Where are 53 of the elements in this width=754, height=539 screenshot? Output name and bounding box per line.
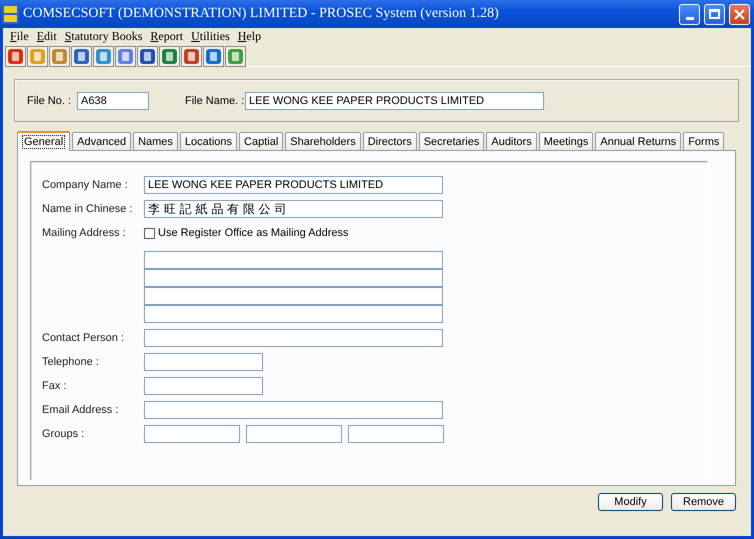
tab[interactable]: Annual Returns <box>595 132 682 150</box>
remove-button[interactable]: Remove <box>671 493 736 511</box>
maximize-button[interactable] <box>704 4 725 24</box>
input-field[interactable]: 李 旺 記 紙 品 有 限 公 司 <box>144 200 443 218</box>
tab[interactable]: Names <box>133 132 178 150</box>
address-line-field[interactable] <box>144 251 443 269</box>
close-icon <box>734 8 745 20</box>
field-label: File No. : <box>27 94 72 106</box>
field-label: Name in Chinese : <box>42 202 134 217</box>
menu-item[interactable]: Utilities <box>188 29 235 44</box>
field-label: Fax : <box>42 379 68 394</box>
file-name-field[interactable]: LEE WONG KEE PAPER PRODUCTS LIMITED <box>245 92 544 110</box>
menu-item[interactable]: Statutory Books <box>62 29 148 44</box>
file-no-field[interactable]: A638 <box>77 92 149 110</box>
tab[interactable]: Directors <box>362 132 417 150</box>
input-field[interactable] <box>144 353 263 371</box>
menu-item[interactable]: Report <box>147 29 188 44</box>
field-label: Groups : <box>42 427 86 442</box>
tab[interactable]: Locations <box>180 132 238 150</box>
address-line-field[interactable] <box>144 305 443 323</box>
field-label: Mailing Address : <box>42 226 127 241</box>
input-field[interactable] <box>144 425 240 443</box>
tab[interactable]: Meetings <box>538 132 594 150</box>
input-field[interactable] <box>144 401 443 419</box>
tab[interactable]: Forms <box>683 132 724 150</box>
tab[interactable]: Secretaries <box>418 132 484 150</box>
menu-item[interactable]: Edit <box>34 29 62 44</box>
address-line-field[interactable] <box>144 287 443 305</box>
checkbox-label: Use Register Office as Mailing Address <box>158 227 349 239</box>
field-label: Telephone : <box>42 355 100 370</box>
tab[interactable]: Captial <box>239 132 284 150</box>
menu-item[interactable]: Help <box>234 29 266 44</box>
input-field[interactable] <box>348 425 444 443</box>
modify-button[interactable]: Modify <box>598 493 663 511</box>
input-field[interactable]: LEE WONG KEE PAPER PRODUCTS LIMITED <box>144 176 443 194</box>
field-label: Company Name : <box>42 178 129 193</box>
address-line-field[interactable] <box>144 269 443 287</box>
menu-item[interactable]: File <box>7 29 34 44</box>
app-logo-icon <box>2 4 19 24</box>
input-field[interactable] <box>144 329 443 347</box>
field-label: File Name. : <box>185 94 245 106</box>
field-label: Contact Person : <box>42 331 125 346</box>
close-button[interactable] <box>729 4 750 24</box>
minimize-button[interactable] <box>679 4 700 24</box>
checkbox[interactable] <box>144 228 155 238</box>
tab[interactable]: General <box>17 131 70 151</box>
tab[interactable]: Auditors <box>486 132 537 150</box>
window-title: COMSECSOFT (DEMONSTRATION) LIMITED - PROSEC System (version 1.28) <box>23 6 500 22</box>
tab[interactable]: Advanced <box>72 132 132 150</box>
tab[interactable]: Shareholders <box>285 132 361 150</box>
field-label: Email Address : <box>42 403 120 418</box>
input-field[interactable] <box>246 425 342 443</box>
input-field[interactable] <box>144 377 263 395</box>
